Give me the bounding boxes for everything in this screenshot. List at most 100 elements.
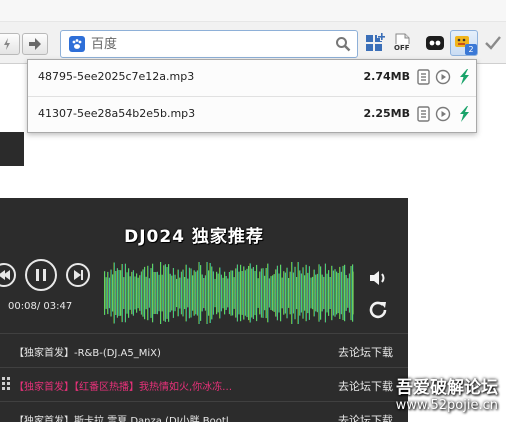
waveform-bar xyxy=(196,270,198,316)
waveform-bar xyxy=(129,276,131,310)
checkmark-icon[interactable] xyxy=(482,32,504,54)
media-list-panel: 48795-5ee2025c7e12a.mp3 2.74MB 41307-5ee… xyxy=(27,59,477,133)
waveform-bar xyxy=(324,263,326,323)
forward-button[interactable] xyxy=(22,33,48,55)
media-item[interactable]: 48795-5ee2025c7e12a.mp3 2.74MB xyxy=(28,60,476,96)
waveform-bar xyxy=(124,263,126,323)
waveform-bar xyxy=(110,269,112,317)
search-input[interactable] xyxy=(91,35,321,53)
waveform-bar xyxy=(348,273,350,313)
search-bar[interactable] xyxy=(60,30,358,58)
waveform-bar xyxy=(209,263,211,323)
waveform-bar xyxy=(139,275,141,311)
waveform-bar xyxy=(105,277,107,309)
waveform-bar xyxy=(121,264,123,323)
waveform-bar xyxy=(169,273,171,313)
waveform-bar xyxy=(112,274,114,312)
waveform-bar xyxy=(188,267,190,319)
waveform-bar xyxy=(150,268,152,318)
waveform-bar xyxy=(286,267,288,319)
waveform-bar xyxy=(201,274,203,312)
search-icon[interactable] xyxy=(335,36,351,52)
office-off-icon[interactable]: OFF xyxy=(392,32,414,54)
waveform-bar xyxy=(155,272,157,314)
waveform-bar xyxy=(268,278,270,308)
track-title: 【独家首发】-R&B-(DJ.A5_MiX) xyxy=(14,348,161,359)
pause-button[interactable] xyxy=(25,259,57,291)
playlist-row[interactable]: 【独家首发】【红番区热播】我热情如火,你冰冻… 去论坛下载 xyxy=(0,367,408,401)
previous-button[interactable] xyxy=(0,263,16,287)
pause-icon xyxy=(36,269,46,281)
waveform-bar xyxy=(288,278,290,308)
copy-link-icon[interactable] xyxy=(416,105,432,123)
waveform-bar xyxy=(160,262,162,324)
waveform-bar xyxy=(126,272,128,314)
waveform-bar xyxy=(184,277,186,309)
waveform-bar xyxy=(107,271,109,315)
waveform-bar xyxy=(118,270,120,316)
sync-tab-icon[interactable] xyxy=(424,32,446,54)
waveform-bar xyxy=(283,271,285,315)
waveform-bar xyxy=(252,267,254,319)
waveform-bar xyxy=(134,276,136,310)
waveform-bar xyxy=(260,268,262,318)
waveform-bar xyxy=(142,269,144,317)
playlist-row[interactable]: 【独家首发】-R&B-(DJ.A5_MiX) 去论坛下载 xyxy=(0,333,408,367)
waveform-bar xyxy=(299,270,301,316)
download-icon[interactable] xyxy=(456,105,472,123)
waveform-bar xyxy=(329,277,331,309)
waveform-bar xyxy=(347,278,349,308)
next-button[interactable] xyxy=(66,263,90,287)
playlist-row[interactable]: 【独家首发】斯卡拉 雪夏 Danza (DJ小胖 Bootl… 去论坛下载 xyxy=(0,401,408,422)
waveform-bar xyxy=(352,264,354,322)
media-file-size: 2.25MB xyxy=(363,107,410,120)
waveform-bar xyxy=(156,271,158,315)
waveform-bar xyxy=(259,271,261,315)
waveform-bar xyxy=(120,270,122,316)
waveform-bar xyxy=(340,271,342,315)
waveform-bar xyxy=(345,275,347,311)
waveform-bar xyxy=(219,267,221,319)
waveform-bar xyxy=(132,270,134,316)
waveform-bar xyxy=(342,265,344,320)
waveform-bar xyxy=(148,278,150,308)
baidu-paw-icon xyxy=(69,36,85,52)
download-link[interactable]: 去论坛下载 xyxy=(338,412,393,422)
download-icon[interactable] xyxy=(456,68,472,86)
waveform-bar xyxy=(238,271,240,315)
waveform-bar xyxy=(168,264,170,322)
waveform-bar xyxy=(211,266,213,320)
waveform-bar xyxy=(294,266,296,320)
player-title: DJ024 独家推荐 xyxy=(124,227,264,247)
waveform-bar xyxy=(166,267,168,319)
waveform-bar xyxy=(200,265,202,321)
play-icon[interactable] xyxy=(435,68,451,86)
copy-link-icon[interactable] xyxy=(416,68,432,86)
download-link[interactable]: 去论坛下载 xyxy=(338,378,393,394)
play-icon[interactable] xyxy=(435,105,451,123)
waveform-bar xyxy=(233,277,235,309)
back-button[interactable] xyxy=(0,33,20,55)
waveform-bar xyxy=(204,275,206,311)
waveform-bar xyxy=(332,270,334,316)
waveform-bar xyxy=(313,269,315,317)
waveform-bar xyxy=(174,274,176,312)
download-link[interactable]: 去论坛下载 xyxy=(338,344,393,360)
drag-grip-icon[interactable] xyxy=(2,376,10,392)
waveform-bar xyxy=(217,273,219,313)
waveform-bar xyxy=(235,268,237,318)
waveform-bar xyxy=(153,272,155,314)
waveform-bar xyxy=(108,277,110,309)
media-item[interactable]: 41307-5ee28a54b2e5b.mp3 2.25MB xyxy=(28,96,476,132)
waveform-visualizer[interactable] xyxy=(104,262,354,324)
previous-track-icon xyxy=(0,270,10,280)
waveform-bar xyxy=(305,264,307,322)
waveform-bar xyxy=(214,278,216,308)
waveform-bar xyxy=(273,274,275,312)
waveform-bar xyxy=(339,266,341,319)
waveform-bar xyxy=(195,271,197,315)
apps-grid-icon[interactable] xyxy=(364,32,386,54)
waveform-bar xyxy=(280,264,282,322)
volume-icon[interactable] xyxy=(368,268,388,288)
repeat-icon[interactable] xyxy=(368,299,388,319)
